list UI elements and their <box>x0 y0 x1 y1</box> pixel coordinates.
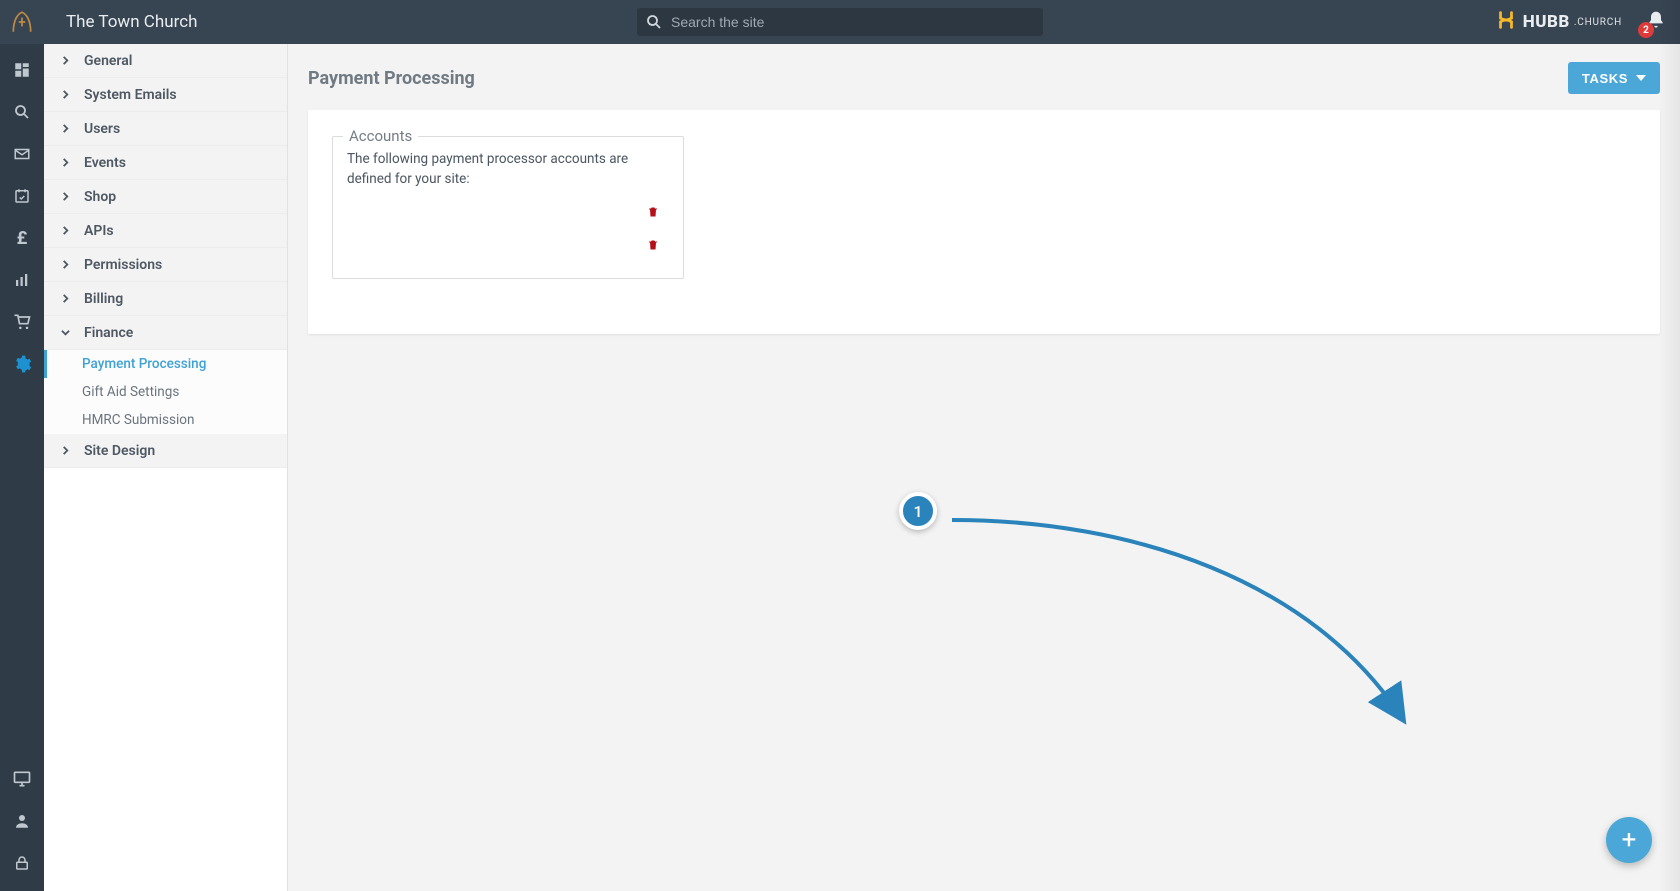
callout-step-badge: 1 <box>899 492 937 530</box>
account-name: The Town Church <box>357 239 462 255</box>
rail-lock-icon[interactable] <box>0 853 44 873</box>
brand-subtext: .CHURCH <box>1574 17 1622 28</box>
rail-dashboard-icon[interactable] <box>0 60 44 80</box>
nav-sub-hmrc[interactable]: HMRC Submission <box>44 406 287 434</box>
nav-item-shop[interactable]: Shop <box>44 180 287 214</box>
nav-label: Permissions <box>84 257 162 273</box>
topbar: The Town Church HUBB .CHURCH 2 <box>0 0 1680 44</box>
rail-user-icon[interactable] <box>0 811 44 831</box>
rail-mail-icon[interactable] <box>0 144 44 164</box>
nav-label: APIs <box>84 223 114 239</box>
rail-calendar-icon[interactable] <box>0 186 44 206</box>
nav-item-permissions[interactable]: Permissions <box>44 248 287 282</box>
tasks-label: TASKS <box>1582 71 1628 86</box>
chevron-right-icon <box>58 192 72 201</box>
accounts-intro: The following payment processor accounts… <box>347 149 669 190</box>
rail-chart-icon[interactable] <box>0 270 44 290</box>
nav-item-billing[interactable]: Billing <box>44 282 287 316</box>
nav-item-system-emails[interactable]: System Emails <box>44 78 287 112</box>
nav-label: Site Design <box>84 443 155 459</box>
nav-label: Billing <box>84 291 123 307</box>
chevron-right-icon <box>58 56 72 65</box>
nav-label: Shop <box>84 189 116 205</box>
accounts-legend: Accounts <box>343 127 418 145</box>
rail-cart-icon[interactable] <box>0 312 44 332</box>
account-row[interactable]: The Town Church <box>347 233 669 262</box>
nav-sub-label: Gift Aid Settings <box>82 384 179 400</box>
chevron-right-icon <box>58 90 72 99</box>
main-content: Payment Processing TASKS Accounts The fo… <box>288 44 1680 891</box>
chevron-right-icon <box>58 446 72 455</box>
plus-icon: + <box>1622 825 1637 855</box>
brand-text: HUBB <box>1523 12 1570 32</box>
nav-item-users[interactable]: Users <box>44 112 287 146</box>
tasks-dropdown-button[interactable]: TASKS <box>1568 62 1660 94</box>
notification-badge: 2 <box>1638 22 1654 38</box>
caret-down-icon <box>1636 75 1646 81</box>
chevron-right-icon <box>58 124 72 133</box>
chevron-down-icon <box>58 328 72 337</box>
app-logo <box>0 0 44 44</box>
brand: HUBB .CHURCH 2 <box>1495 9 1666 35</box>
nav-label: General <box>84 53 132 69</box>
brand-logo-icon <box>1495 9 1517 35</box>
search-wrap <box>637 8 1043 36</box>
trash-icon[interactable] <box>647 238 659 256</box>
nav-label: System Emails <box>84 87 177 103</box>
page-title: Payment Processing <box>308 68 475 89</box>
accounts-fieldset: Accounts The following payment processor… <box>332 136 684 279</box>
search-input[interactable] <box>637 8 1043 36</box>
app-title: The Town Church <box>66 12 197 32</box>
rail-settings-icon[interactable] <box>0 354 44 374</box>
rail-pound-icon[interactable]: £ <box>0 228 44 248</box>
nav-label: Finance <box>84 325 133 341</box>
nav-tree: General System Emails Users Events Shop … <box>44 44 288 891</box>
nav-item-site-design[interactable]: Site Design <box>44 434 287 468</box>
nav-sub-label: Payment Processing <box>82 356 206 372</box>
add-fab-button[interactable]: + <box>1606 817 1652 863</box>
page-header: Payment Processing TASKS <box>308 62 1660 94</box>
search-icon <box>645 13 663 35</box>
chevron-right-icon <box>58 158 72 167</box>
rail-search-icon[interactable] <box>0 102 44 122</box>
notifications-button[interactable]: 2 <box>1646 10 1666 34</box>
nav-item-finance[interactable]: Finance <box>44 316 287 350</box>
nav-label: Events <box>84 155 126 171</box>
nav-sub-gift-aid[interactable]: Gift Aid Settings <box>44 378 287 406</box>
nav-sub-label: HMRC Submission <box>82 412 194 428</box>
trash-icon[interactable] <box>647 205 659 223</box>
account-name: Hubb Processing <box>357 206 461 222</box>
accounts-card: Accounts The following payment processor… <box>308 110 1660 334</box>
nav-item-general[interactable]: General <box>44 44 287 78</box>
chevron-right-icon <box>58 294 72 303</box>
chevron-right-icon <box>58 260 72 269</box>
rail-display-icon[interactable] <box>0 769 44 789</box>
nav-item-apis[interactable]: APIs <box>44 214 287 248</box>
nav-item-events[interactable]: Events <box>44 146 287 180</box>
account-row[interactable]: Hubb Processing <box>347 200 669 229</box>
nav-sub-payment-processing[interactable]: Payment Processing <box>44 350 287 378</box>
nav-label: Users <box>84 121 120 137</box>
chevron-right-icon <box>58 226 72 235</box>
icon-rail: £ <box>0 44 44 891</box>
